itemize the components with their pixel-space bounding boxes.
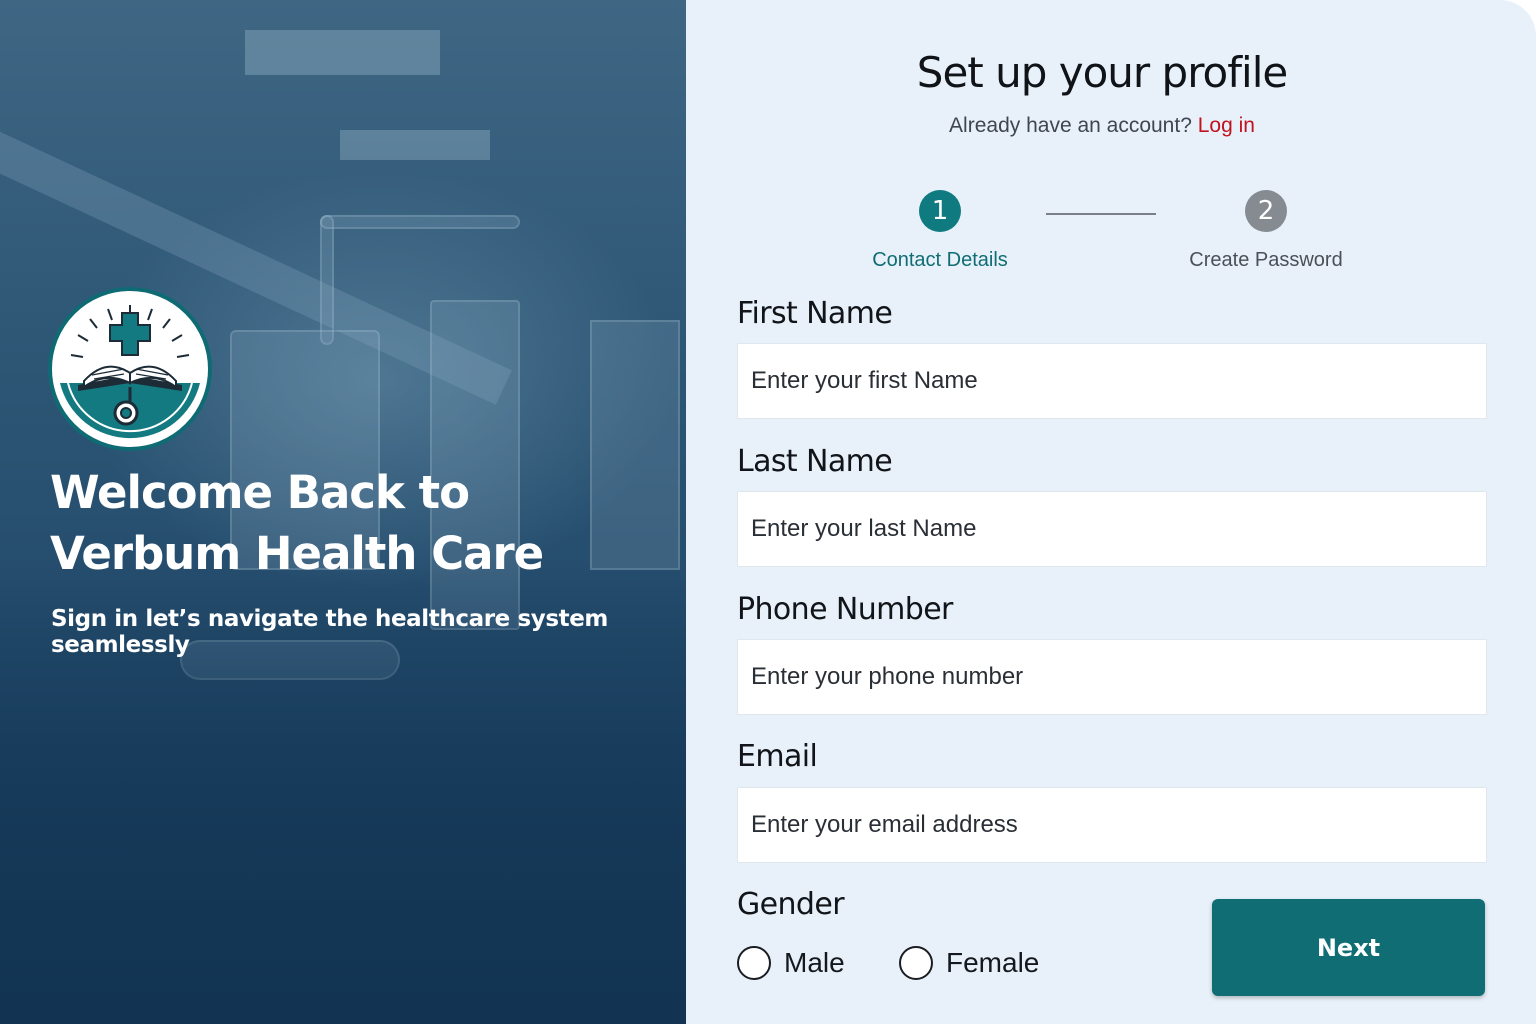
phone-number-label: Phone Number (737, 592, 953, 627)
equipment-arm (320, 215, 520, 229)
email-input[interactable] (737, 787, 1487, 863)
gender-female-label: Female (946, 947, 1040, 978)
profile-form-panel: Set up your profile Already have an acco… (686, 0, 1536, 1024)
step-2-indicator: 2 (1245, 190, 1287, 232)
login-prompt-text: Already have an account? (949, 114, 1192, 137)
hero-title-line: Verbum Health Care (50, 527, 544, 580)
login-prompt: Already have an account? Log in (686, 114, 1518, 138)
hero-title: Welcome Back to Verbum Health Care (50, 462, 650, 584)
phone-number-input[interactable] (737, 639, 1487, 715)
first-name-input[interactable] (737, 343, 1487, 419)
last-name-input[interactable] (737, 491, 1487, 567)
next-button[interactable]: Next (1212, 899, 1485, 996)
hero-title-line: Welcome Back to (50, 466, 470, 519)
first-name-label: First Name (737, 296, 893, 331)
ceiling-light (245, 30, 440, 75)
equipment-arm (320, 215, 334, 345)
step-2-label: Create Password (1189, 249, 1343, 271)
login-link[interactable]: Log in (1198, 114, 1255, 137)
last-name-label: Last Name (737, 444, 893, 479)
logo (48, 287, 212, 451)
step-connector (1046, 213, 1156, 215)
radio-circle-icon[interactable] (737, 946, 771, 980)
page-title: Set up your profile (916, 48, 1288, 97)
ceiling-light (340, 130, 490, 160)
hero-panel: Welcome Back to Verbum Health Care Sign … (0, 0, 686, 1024)
step-1-label: Contact Details (872, 249, 1008, 271)
book-cross-stethoscope-icon (56, 295, 204, 443)
gender-male-radio[interactable]: Male (737, 946, 845, 980)
gender-female-radio[interactable]: Female (899, 946, 1039, 980)
gender-label: Gender (737, 887, 845, 922)
step-1-indicator: 1 (919, 190, 961, 232)
radio-circle-icon[interactable] (899, 946, 933, 980)
gender-male-label: Male (784, 947, 845, 978)
email-label: Email (737, 739, 818, 774)
hero-subtitle: Sign in let’s navigate the healthcare sy… (51, 606, 608, 658)
